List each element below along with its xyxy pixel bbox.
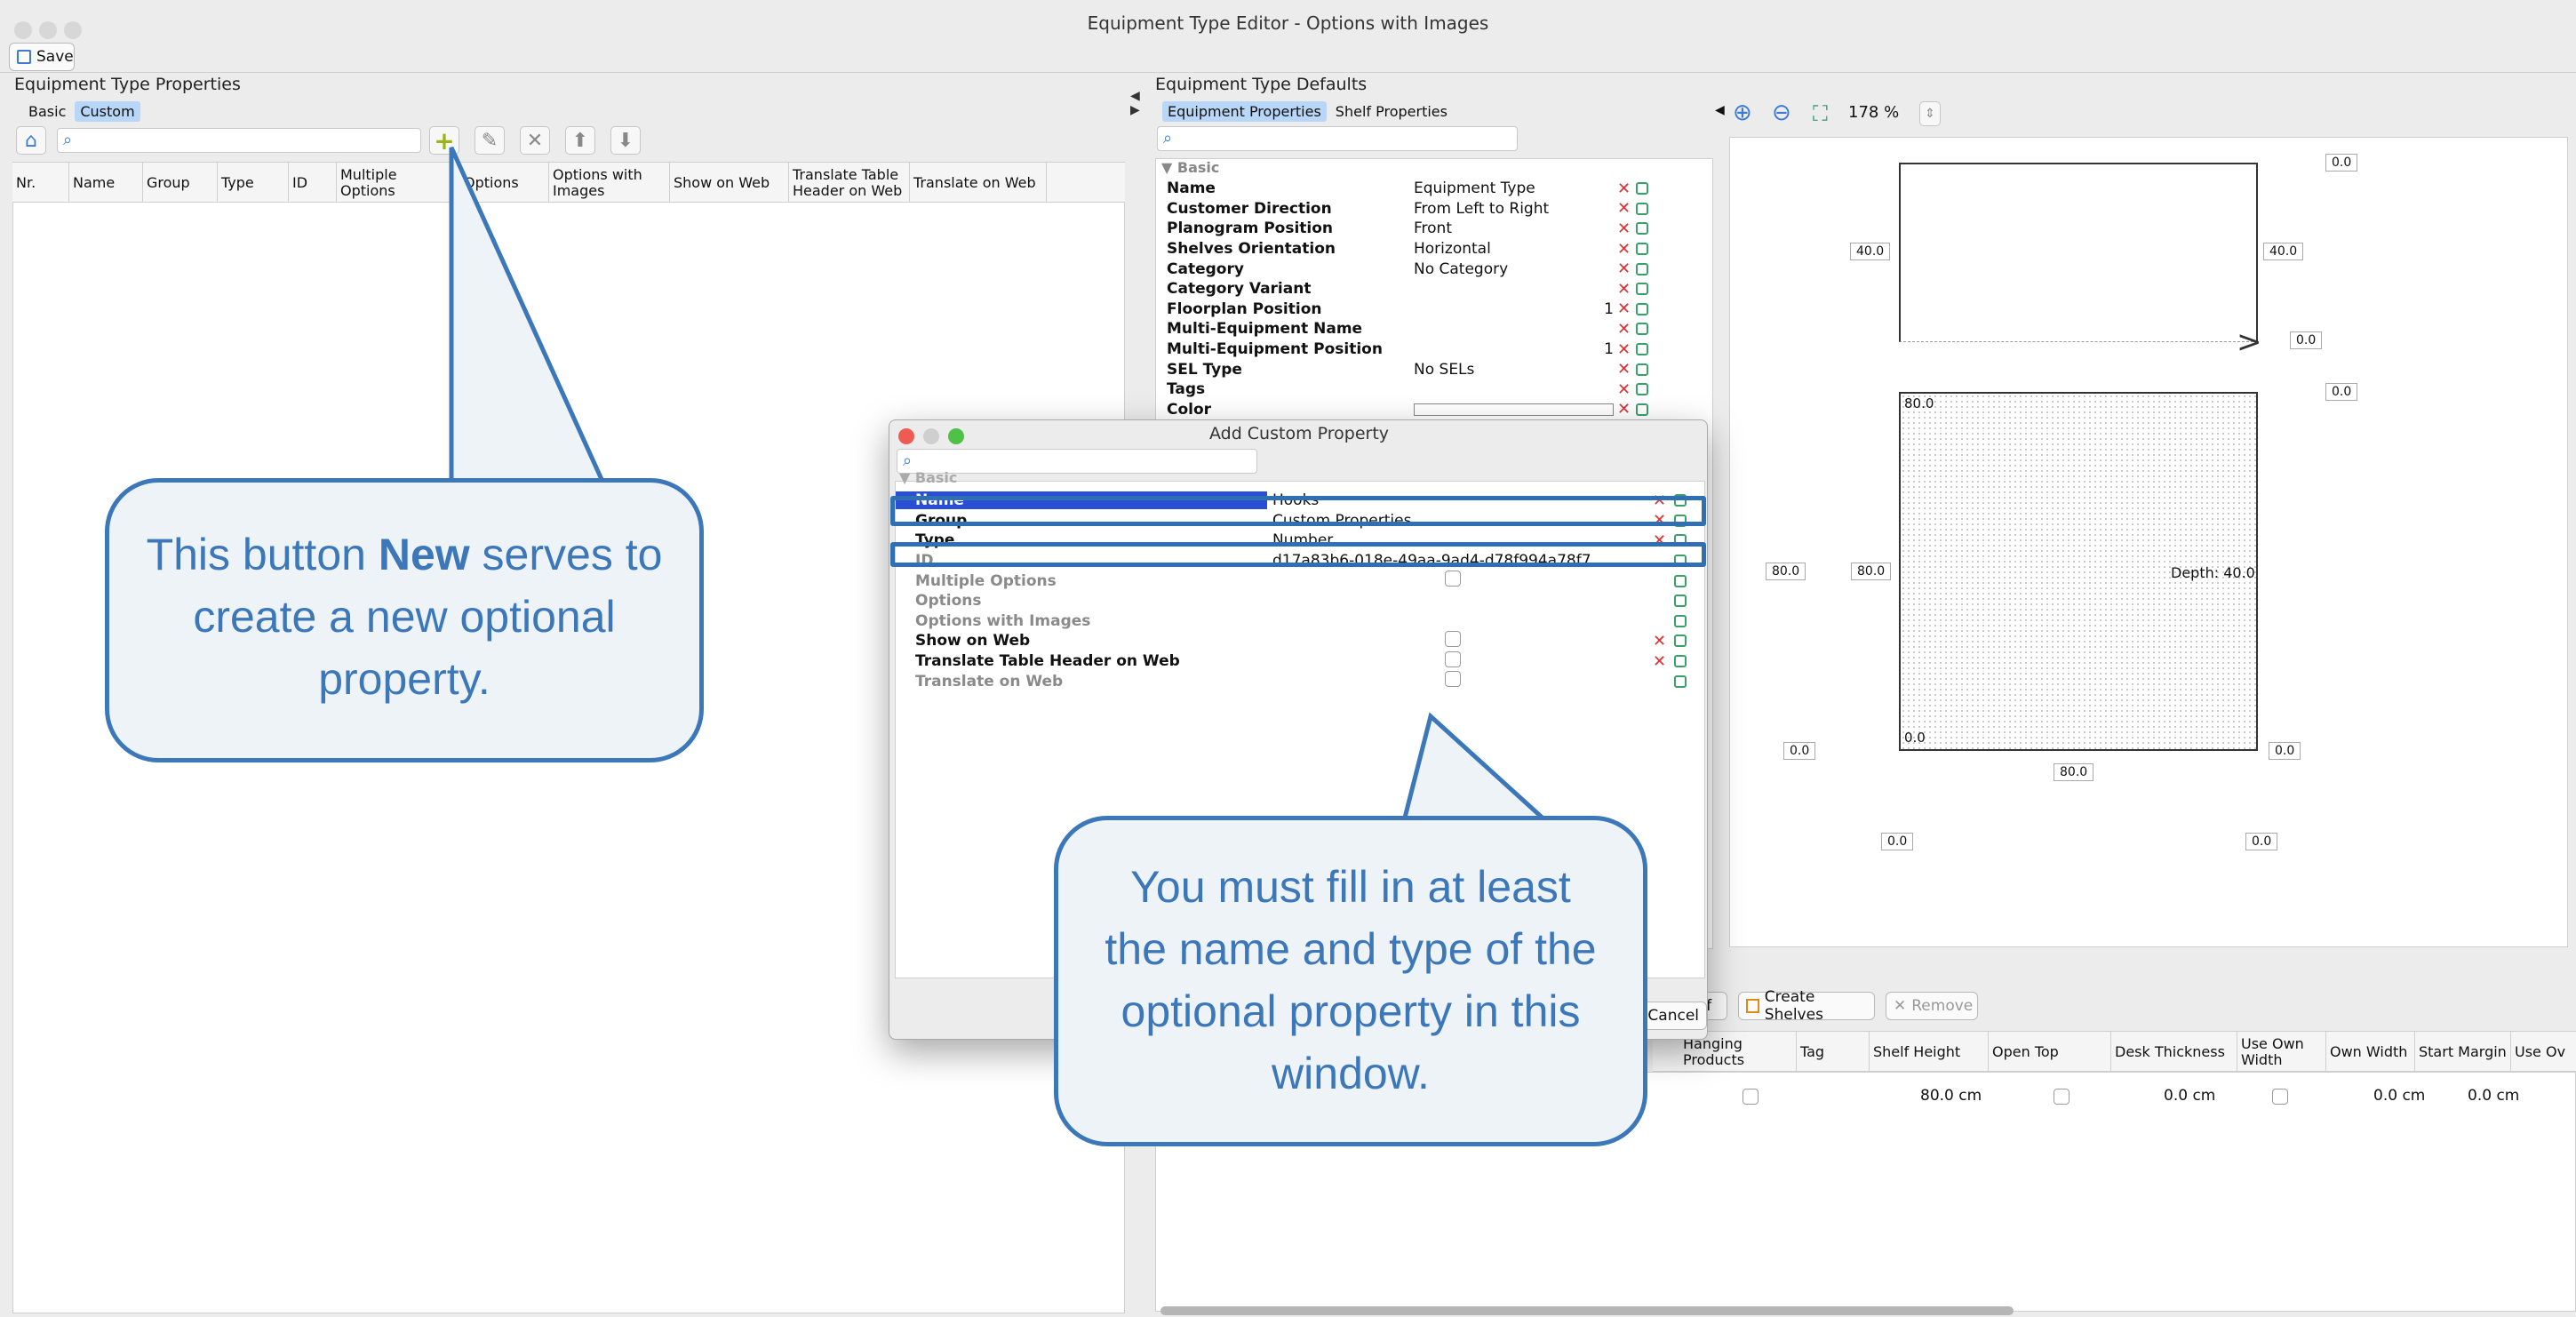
callout-text: You must fill in at least the name and t… [1105, 862, 1597, 1098]
callout-fill-in: You must fill in at least the name and t… [1054, 816, 1647, 1146]
callout-new-button: This button New serves to create a new o… [105, 478, 704, 762]
callout-text: This button [146, 530, 379, 579]
callout-bold-text: New [378, 530, 470, 579]
callout-pointer-new [449, 146, 608, 488]
callout-pointer-fill [1400, 712, 1552, 824]
